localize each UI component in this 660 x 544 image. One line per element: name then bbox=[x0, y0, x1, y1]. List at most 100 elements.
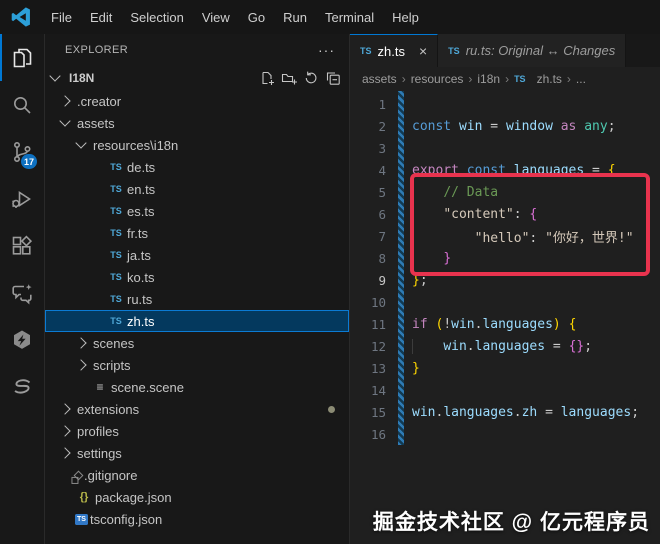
refresh-icon[interactable] bbox=[303, 70, 319, 86]
code-line[interactable]: 12 win.languages = {}; bbox=[350, 335, 660, 357]
tab-ru-ts-diff[interactable]: TS ru.ts: Original ↔ Changes bbox=[438, 34, 627, 67]
typescript-file-icon: TS bbox=[110, 206, 122, 216]
code-line[interactable]: 4 export const languages = { bbox=[350, 159, 660, 181]
tree-item-fr-ts[interactable]: TS fr.ts bbox=[45, 222, 349, 244]
menu-terminal[interactable]: Terminal bbox=[316, 10, 383, 25]
activity-explorer[interactable] bbox=[0, 34, 44, 81]
tree-item-tsconfig-json[interactable]: TS tsconfig.json bbox=[45, 508, 349, 530]
code-line[interactable]: 15 win.languages.zh = languages; bbox=[350, 401, 660, 423]
code-line[interactable]: 16 bbox=[350, 423, 660, 445]
line-number[interactable]: 15 bbox=[350, 405, 386, 420]
breadcrumb-item[interactable]: ... bbox=[576, 72, 586, 86]
tree-item-package-json[interactable]: {} package.json bbox=[45, 486, 349, 508]
collapse-all-icon[interactable] bbox=[325, 70, 341, 86]
tree-item-ko-ts[interactable]: TS ko.ts bbox=[45, 266, 349, 288]
line-number[interactable]: 8 bbox=[350, 251, 386, 266]
tree-item-label: scripts bbox=[93, 357, 131, 373]
breadcrumb-item[interactable]: assets bbox=[362, 72, 397, 86]
close-icon[interactable]: × bbox=[419, 43, 427, 59]
activity-run-debug[interactable] bbox=[0, 175, 44, 222]
code-token: = bbox=[545, 338, 569, 354]
breadcrumb-item[interactable]: i18n bbox=[477, 72, 500, 86]
tree-item-zh-ts[interactable]: TS zh.ts bbox=[45, 310, 349, 332]
line-number[interactable]: 12 bbox=[350, 339, 386, 354]
activity-chat[interactable] bbox=[0, 269, 44, 316]
code-line[interactable]: 7 "hello": "你好，世界!" bbox=[350, 225, 660, 247]
breadcrumb-item[interactable]: resources bbox=[411, 72, 464, 86]
explorer-more-actions-icon[interactable]: ··· bbox=[318, 42, 335, 58]
tree-item-settings[interactable]: settings bbox=[45, 442, 349, 464]
code-line[interactable]: 10 bbox=[350, 291, 660, 313]
line-number[interactable]: 16 bbox=[350, 427, 386, 442]
tree-item-extensions[interactable]: extensions bbox=[45, 398, 349, 420]
menu-view[interactable]: View bbox=[193, 10, 239, 25]
line-number[interactable]: 5 bbox=[350, 185, 386, 200]
tree-item-ja-ts[interactable]: TS ja.ts bbox=[45, 244, 349, 266]
tree-item-label: de.ts bbox=[127, 159, 156, 175]
code-token bbox=[412, 184, 444, 200]
chevron-right-icon: › bbox=[401, 72, 406, 86]
tree-item--creator[interactable]: .creator bbox=[45, 90, 349, 112]
tab-zh-ts[interactable]: TS zh.ts × bbox=[350, 34, 439, 67]
code-line[interactable]: 14 bbox=[350, 379, 660, 401]
tree-item-ru-ts[interactable]: TS ru.ts bbox=[45, 288, 349, 310]
code-line[interactable]: 8 } bbox=[350, 247, 660, 269]
menu-help[interactable]: Help bbox=[383, 10, 428, 25]
menu-selection[interactable]: Selection bbox=[121, 10, 192, 25]
chevron-down-icon bbox=[49, 70, 61, 82]
code-token: . bbox=[466, 338, 475, 354]
code-token: ; bbox=[607, 118, 616, 134]
menu-go[interactable]: Go bbox=[239, 10, 274, 25]
explorer-section-header[interactable]: I18N bbox=[45, 66, 349, 90]
new-file-icon[interactable] bbox=[259, 70, 275, 86]
line-number[interactable]: 4 bbox=[350, 163, 386, 178]
line-number[interactable]: 14 bbox=[350, 383, 386, 398]
tree-item-en-ts[interactable]: TS en.ts bbox=[45, 178, 349, 200]
line-number[interactable]: 9 bbox=[350, 273, 386, 288]
line-number[interactable]: 13 bbox=[350, 361, 386, 376]
code-token bbox=[412, 206, 444, 222]
code-editor[interactable]: 1 2 const win = window as any; 3 4 export con… bbox=[350, 91, 660, 544]
breadcrumb-item[interactable]: zh.ts bbox=[537, 72, 562, 86]
code-line[interactable]: 2 const win = window as any; bbox=[350, 115, 660, 137]
activity-search[interactable] bbox=[0, 81, 44, 128]
title-bar: File Edit Selection View Go Run Terminal… bbox=[0, 0, 660, 34]
code-line[interactable]: 1 bbox=[350, 93, 660, 115]
breadcrumb: assets › resources › i18n › TS zh.ts › .… bbox=[350, 67, 660, 91]
tree-item-scene-scene[interactable]: ≡ scene.scene bbox=[45, 376, 349, 398]
tree-item-scenes[interactable]: scenes bbox=[45, 332, 349, 354]
activity-s-extension[interactable] bbox=[0, 363, 44, 410]
tree-item--gitignore[interactable]: .gitignore bbox=[45, 464, 349, 486]
line-number[interactable]: 3 bbox=[350, 141, 386, 156]
typescript-file-icon: TS bbox=[110, 294, 122, 304]
tree-item-assets[interactable]: assets bbox=[45, 112, 349, 134]
menu-run[interactable]: Run bbox=[274, 10, 316, 25]
code-line[interactable]: 13} bbox=[350, 357, 660, 379]
new-folder-icon[interactable] bbox=[281, 70, 297, 86]
menu-bar: File Edit Selection View Go Run Terminal… bbox=[42, 10, 428, 25]
activity-source-control[interactable]: 17 bbox=[0, 128, 44, 175]
tree-item-label: zh.ts bbox=[127, 313, 155, 329]
menu-file[interactable]: File bbox=[42, 10, 81, 25]
tree-item-resources-i18n[interactable]: resources\i18n bbox=[45, 134, 349, 156]
line-number[interactable]: 6 bbox=[350, 207, 386, 222]
line-number[interactable]: 10 bbox=[350, 295, 386, 310]
line-number[interactable]: 1 bbox=[350, 97, 386, 112]
code-line[interactable]: 5 // Data bbox=[350, 181, 660, 203]
tree-item-de-ts[interactable]: TS de.ts bbox=[45, 156, 349, 178]
code-token: win bbox=[412, 404, 436, 420]
code-line[interactable]: 9}; bbox=[350, 269, 660, 291]
line-number[interactable]: 2 bbox=[350, 119, 386, 134]
line-number[interactable]: 11 bbox=[350, 317, 386, 332]
tree-item-profiles[interactable]: profiles bbox=[45, 420, 349, 442]
tree-item-scripts[interactable]: scripts bbox=[45, 354, 349, 376]
tree-item-es-ts[interactable]: TS es.ts bbox=[45, 200, 349, 222]
code-line[interactable]: 3 bbox=[350, 137, 660, 159]
activity-thunder-client[interactable] bbox=[0, 316, 44, 363]
line-number[interactable]: 7 bbox=[350, 229, 386, 244]
menu-edit[interactable]: Edit bbox=[81, 10, 121, 25]
code-token: ; bbox=[419, 272, 428, 288]
activity-extensions[interactable] bbox=[0, 222, 44, 269]
code-line[interactable]: 11 if (!win.languages) { bbox=[350, 313, 660, 335]
code-line[interactable]: 6 "content": { bbox=[350, 203, 660, 225]
